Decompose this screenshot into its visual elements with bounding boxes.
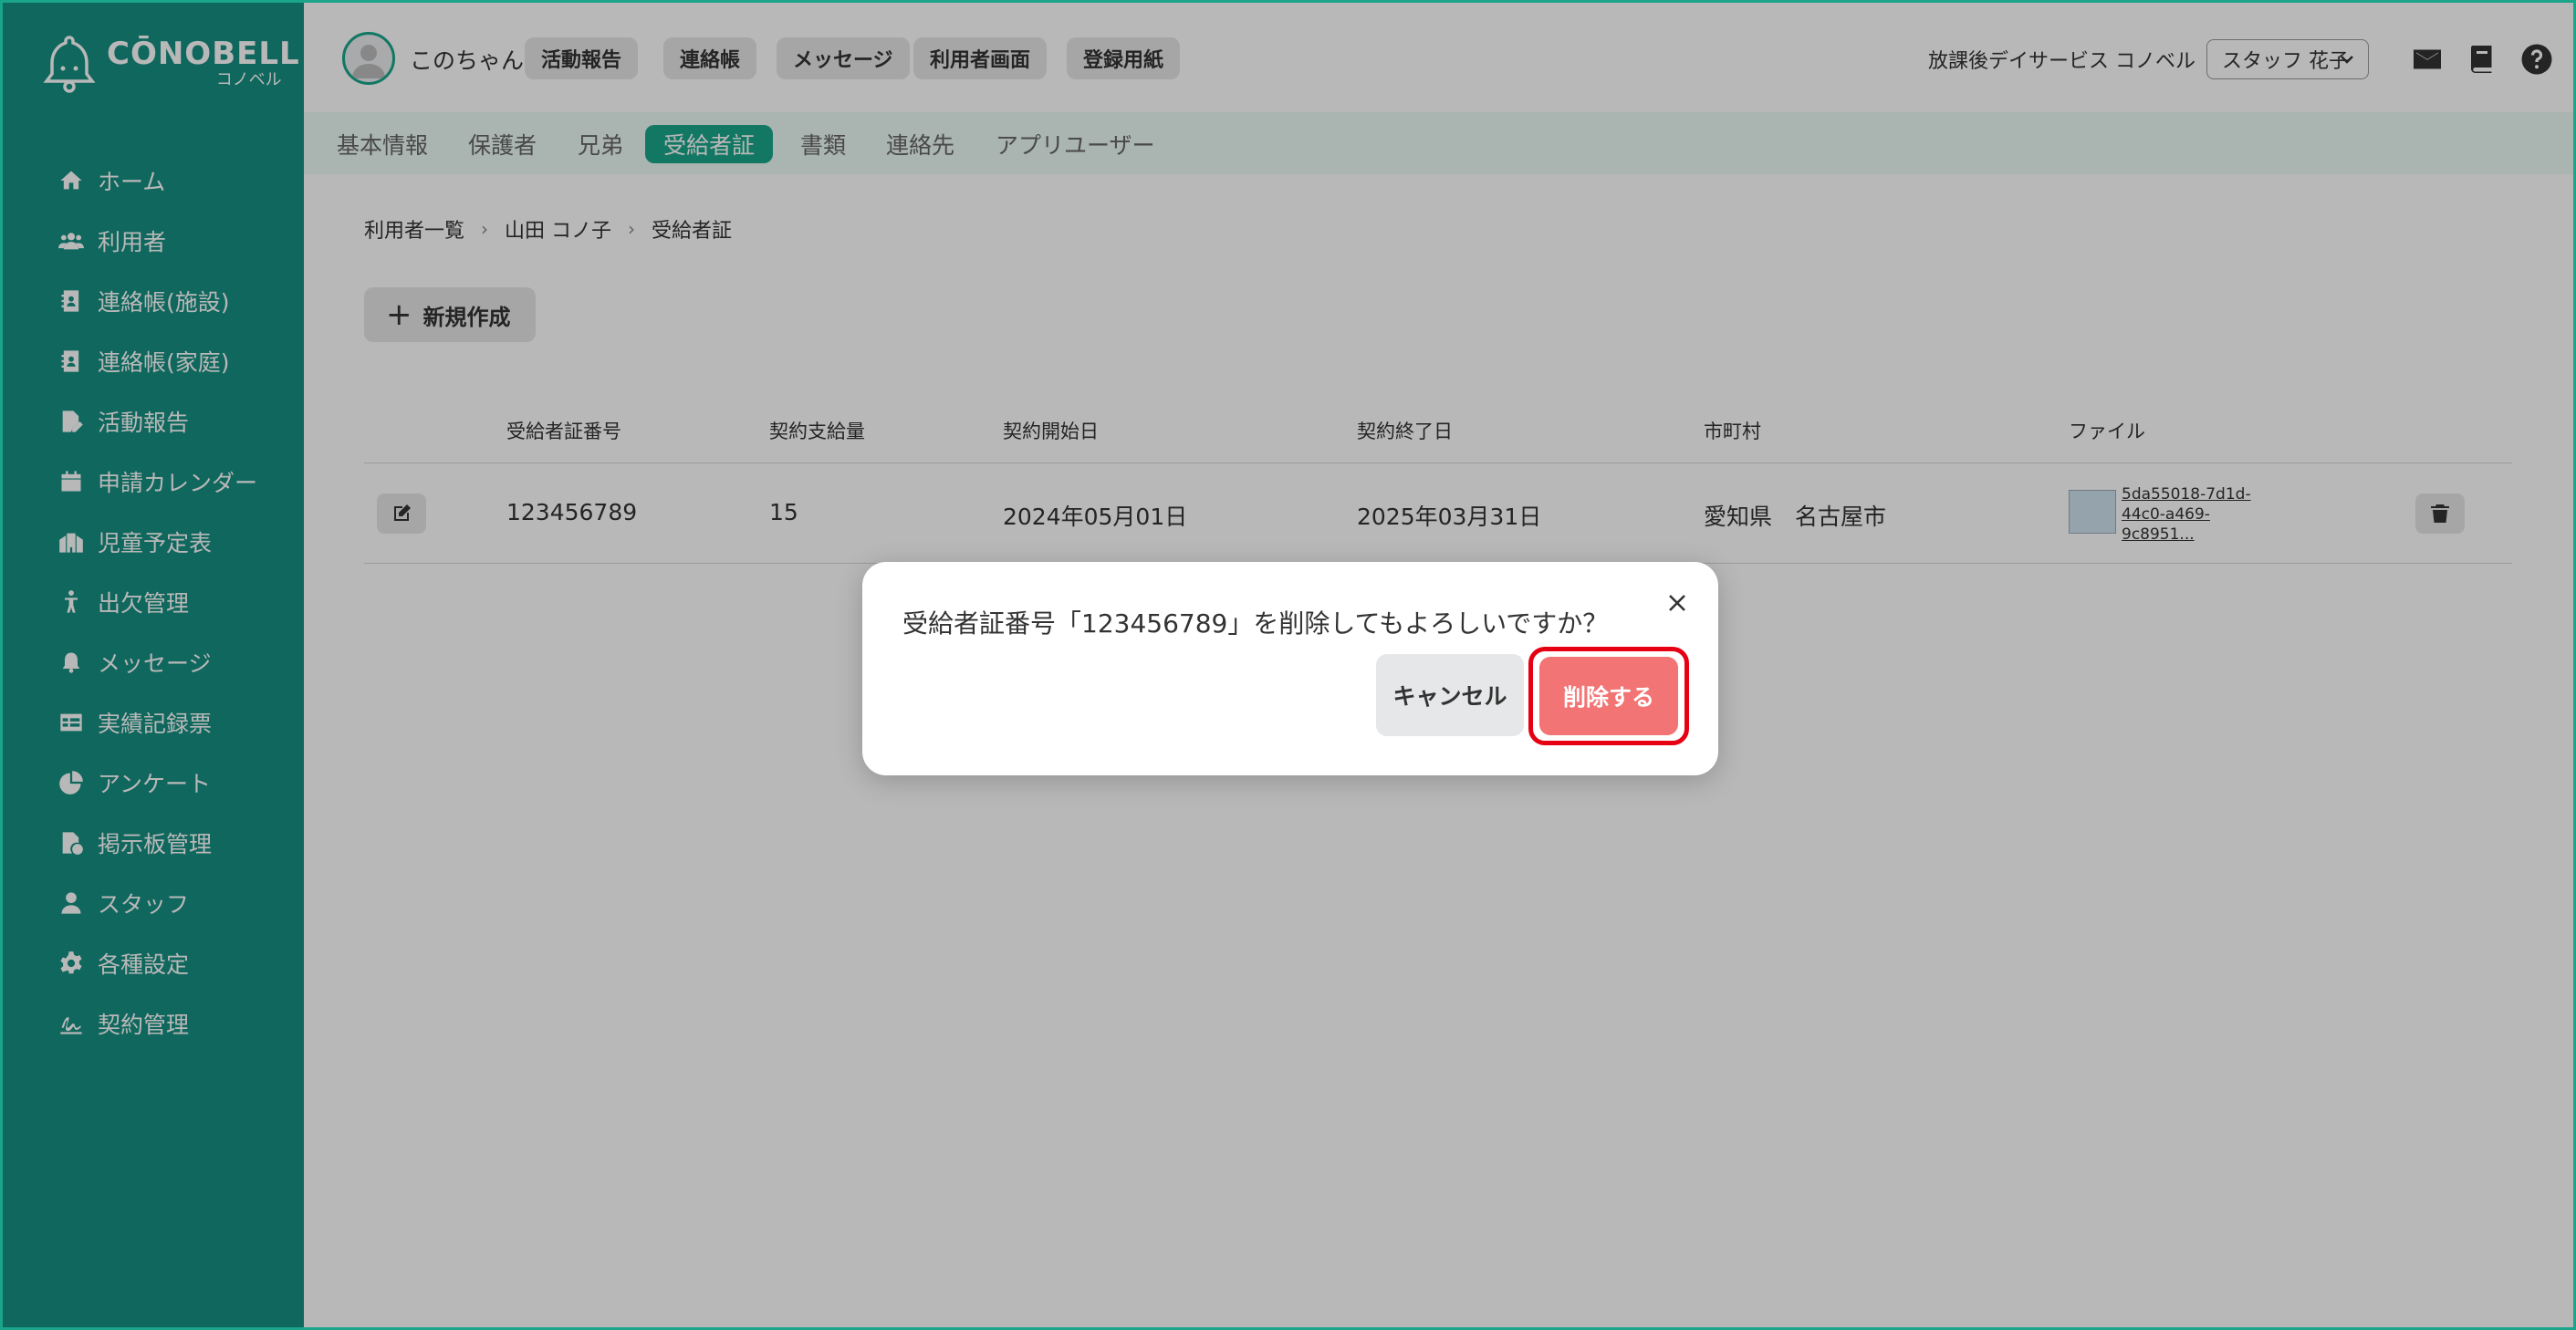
- delete-confirm-dialog: 受給者証番号「123456789」を削除してもよろしいですか？ キャンセル 削除…: [862, 562, 1718, 775]
- close-icon[interactable]: [1663, 589, 1691, 617]
- app-window: CŌNOBELL コノベル ホーム 利用者 連絡帳(施設) 連絡帳(家庭) 活動…: [0, 0, 2576, 1330]
- cancel-button[interactable]: キャンセル: [1376, 654, 1524, 736]
- confirm-delete-button[interactable]: 削除する: [1539, 657, 1678, 735]
- dialog-message: 受給者証番号「123456789」を削除してもよろしいですか？: [902, 608, 1609, 639]
